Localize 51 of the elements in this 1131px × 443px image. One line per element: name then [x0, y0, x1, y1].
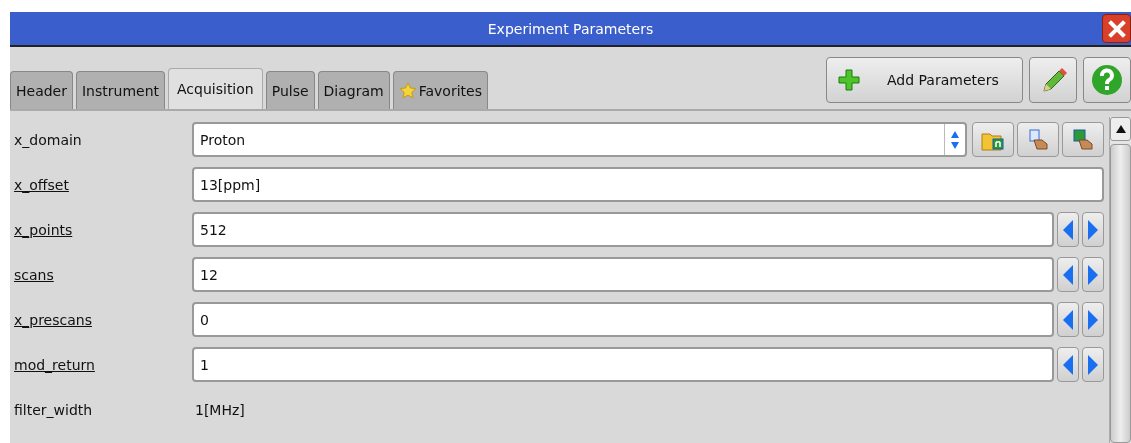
decrement-button[interactable]	[1057, 347, 1079, 382]
dropdown-field[interactable]: Proton	[192, 122, 967, 157]
add-parameters-button[interactable]: Add Parameters	[826, 57, 1023, 103]
chart-hand-icon	[1071, 128, 1095, 151]
folder-button[interactable]	[972, 122, 1014, 157]
tab[interactable]: Acquisition	[168, 68, 263, 109]
parameter-link[interactable]: mod_return	[14, 356, 189, 373]
input-field[interactable]: 512	[192, 212, 1054, 247]
tab[interactable]: Pulse	[265, 71, 315, 109]
parameter-label: x_domain	[14, 131, 83, 148]
scroll-up-button[interactable]	[1110, 117, 1131, 141]
input-field[interactable]: 13[ppm]	[192, 167, 1104, 202]
up-arrow-icon	[1114, 124, 1127, 134]
help-button[interactable]	[1083, 57, 1131, 103]
right-arrow-icon	[1087, 218, 1099, 241]
right-arrow-icon	[1087, 308, 1099, 331]
input-field[interactable]: 0	[192, 302, 1054, 337]
edit-button[interactable]	[1029, 57, 1077, 103]
document-hand-button[interactable]	[1017, 122, 1059, 157]
tab[interactable]: Header	[10, 71, 73, 109]
parameter-value: 1[MHz]	[194, 401, 245, 418]
help-icon	[1091, 64, 1123, 96]
parameter-link[interactable]: x_prescans	[14, 311, 189, 328]
tab[interactable]: Instrument	[76, 71, 165, 109]
star-icon	[398, 81, 417, 100]
left-arrow-icon	[1062, 353, 1074, 376]
left-arrow-icon	[1062, 218, 1074, 241]
chart-hand-button[interactable]	[1062, 122, 1104, 157]
parameter-link[interactable]: x_offset	[14, 176, 189, 193]
right-arrow-icon	[1087, 353, 1099, 376]
increment-button[interactable]	[1082, 347, 1104, 382]
input-field[interactable]: 12	[192, 257, 1054, 292]
decrement-button[interactable]	[1057, 302, 1079, 337]
parameter-link[interactable]: x_points	[14, 221, 189, 238]
plus-icon	[837, 68, 861, 92]
left-arrow-icon	[1062, 308, 1074, 331]
parameter-link[interactable]: scans	[14, 266, 189, 283]
tab[interactable]: Diagram	[317, 71, 390, 109]
increment-button[interactable]	[1082, 302, 1104, 337]
decrement-button[interactable]	[1057, 212, 1079, 247]
document-hand-icon	[1026, 128, 1050, 151]
decrement-button[interactable]	[1057, 257, 1079, 292]
close-button[interactable]	[1102, 14, 1131, 43]
increment-button[interactable]	[1082, 257, 1104, 292]
left-arrow-icon	[1062, 263, 1074, 286]
parameter-label: filter_width	[14, 401, 94, 418]
window-title: Experiment Parameters	[487, 20, 654, 37]
tab[interactable]: Favorites	[392, 71, 488, 109]
right-arrow-icon	[1087, 263, 1099, 286]
input-field[interactable]: 1	[192, 347, 1054, 382]
increment-button[interactable]	[1082, 212, 1104, 247]
